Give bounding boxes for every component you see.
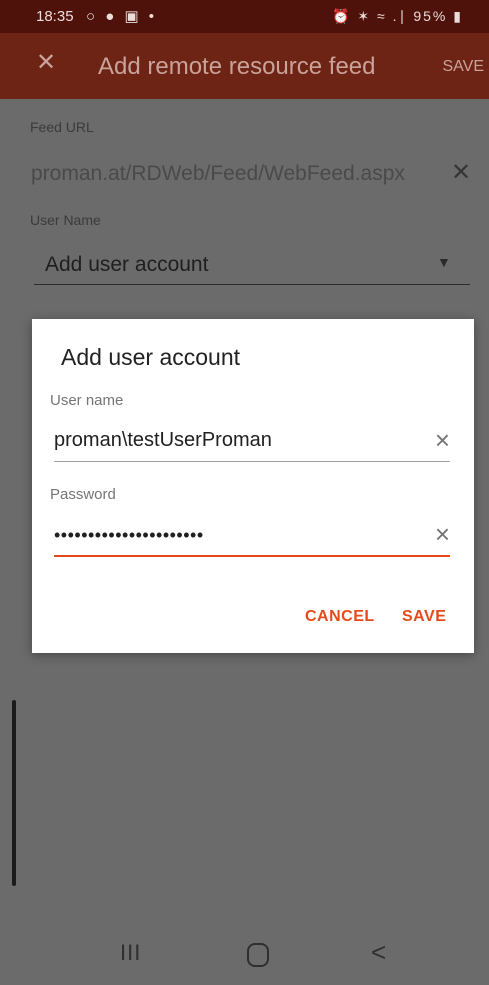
password-clear-icon[interactable]: × — [435, 519, 450, 550]
system-status-icons: ⏰ ✶ ≈ .∣ 95% ▮ — [332, 8, 463, 25]
dialog-title: Add user account — [61, 344, 241, 370]
back-icon[interactable]: < — [371, 937, 386, 968]
username-value: proman\testUserProman — [54, 429, 272, 451]
page-title: Add remote resource feed — [98, 53, 376, 80]
feed-url-label: Feed URL — [30, 119, 94, 135]
cancel-button[interactable]: CANCEL — [305, 608, 375, 626]
add-user-dialog: Add user account User name proman\testUs… — [32, 319, 474, 653]
home-icon[interactable] — [247, 943, 269, 967]
battery-percent: 95% — [413, 8, 448, 24]
recent-apps-icon[interactable]: III — [120, 940, 141, 966]
feed-url-clear-icon[interactable]: ✕ — [451, 158, 471, 187]
username-label: User name — [50, 392, 124, 409]
app-bar: ✕ Add remote resource feed SAVE — [0, 33, 489, 99]
edge-panel-handle[interactable] — [12, 700, 16, 886]
close-icon[interactable]: ✕ — [36, 51, 56, 75]
appbar-save-button[interactable]: SAVE — [443, 58, 485, 76]
user-name-label: User Name — [30, 212, 101, 228]
feed-url-input[interactable]: proman.at/RDWeb/Feed/WebFeed.aspx — [31, 162, 441, 186]
system-icons: ⏰ ✶ ≈ .∣ — [332, 8, 408, 24]
status-time: 18:35 — [36, 8, 74, 25]
username-clear-icon[interactable]: × — [435, 425, 450, 456]
password-value: •••••••••••••••••••••• — [54, 525, 204, 545]
feed-url-value: proman.at/RDWeb/Feed/WebFeed.aspx — [31, 162, 405, 185]
notification-icons: ○ ● ▣ • — [86, 8, 158, 25]
user-name-dropdown[interactable]: Add user account — [45, 253, 208, 277]
password-field[interactable]: •••••••••••••••••••••• × — [54, 519, 450, 557]
dropdown-arrow-icon[interactable]: ▼ — [437, 254, 451, 270]
dialog-save-button[interactable]: SAVE — [402, 608, 446, 626]
password-label: Password — [50, 486, 116, 503]
username-field[interactable]: proman\testUserProman × — [54, 425, 450, 462]
phone-screen: 18:35 ○ ● ▣ • ⏰ ✶ ≈ .∣ 95% ▮ ✕ Add remot… — [0, 0, 489, 985]
status-bar: 18:35 ○ ● ▣ • ⏰ ✶ ≈ .∣ 95% ▮ — [0, 0, 489, 33]
battery-icon: ▮ — [453, 8, 463, 24]
dropdown-underline — [34, 284, 470, 285]
navigation-bar: III < — [0, 925, 489, 985]
